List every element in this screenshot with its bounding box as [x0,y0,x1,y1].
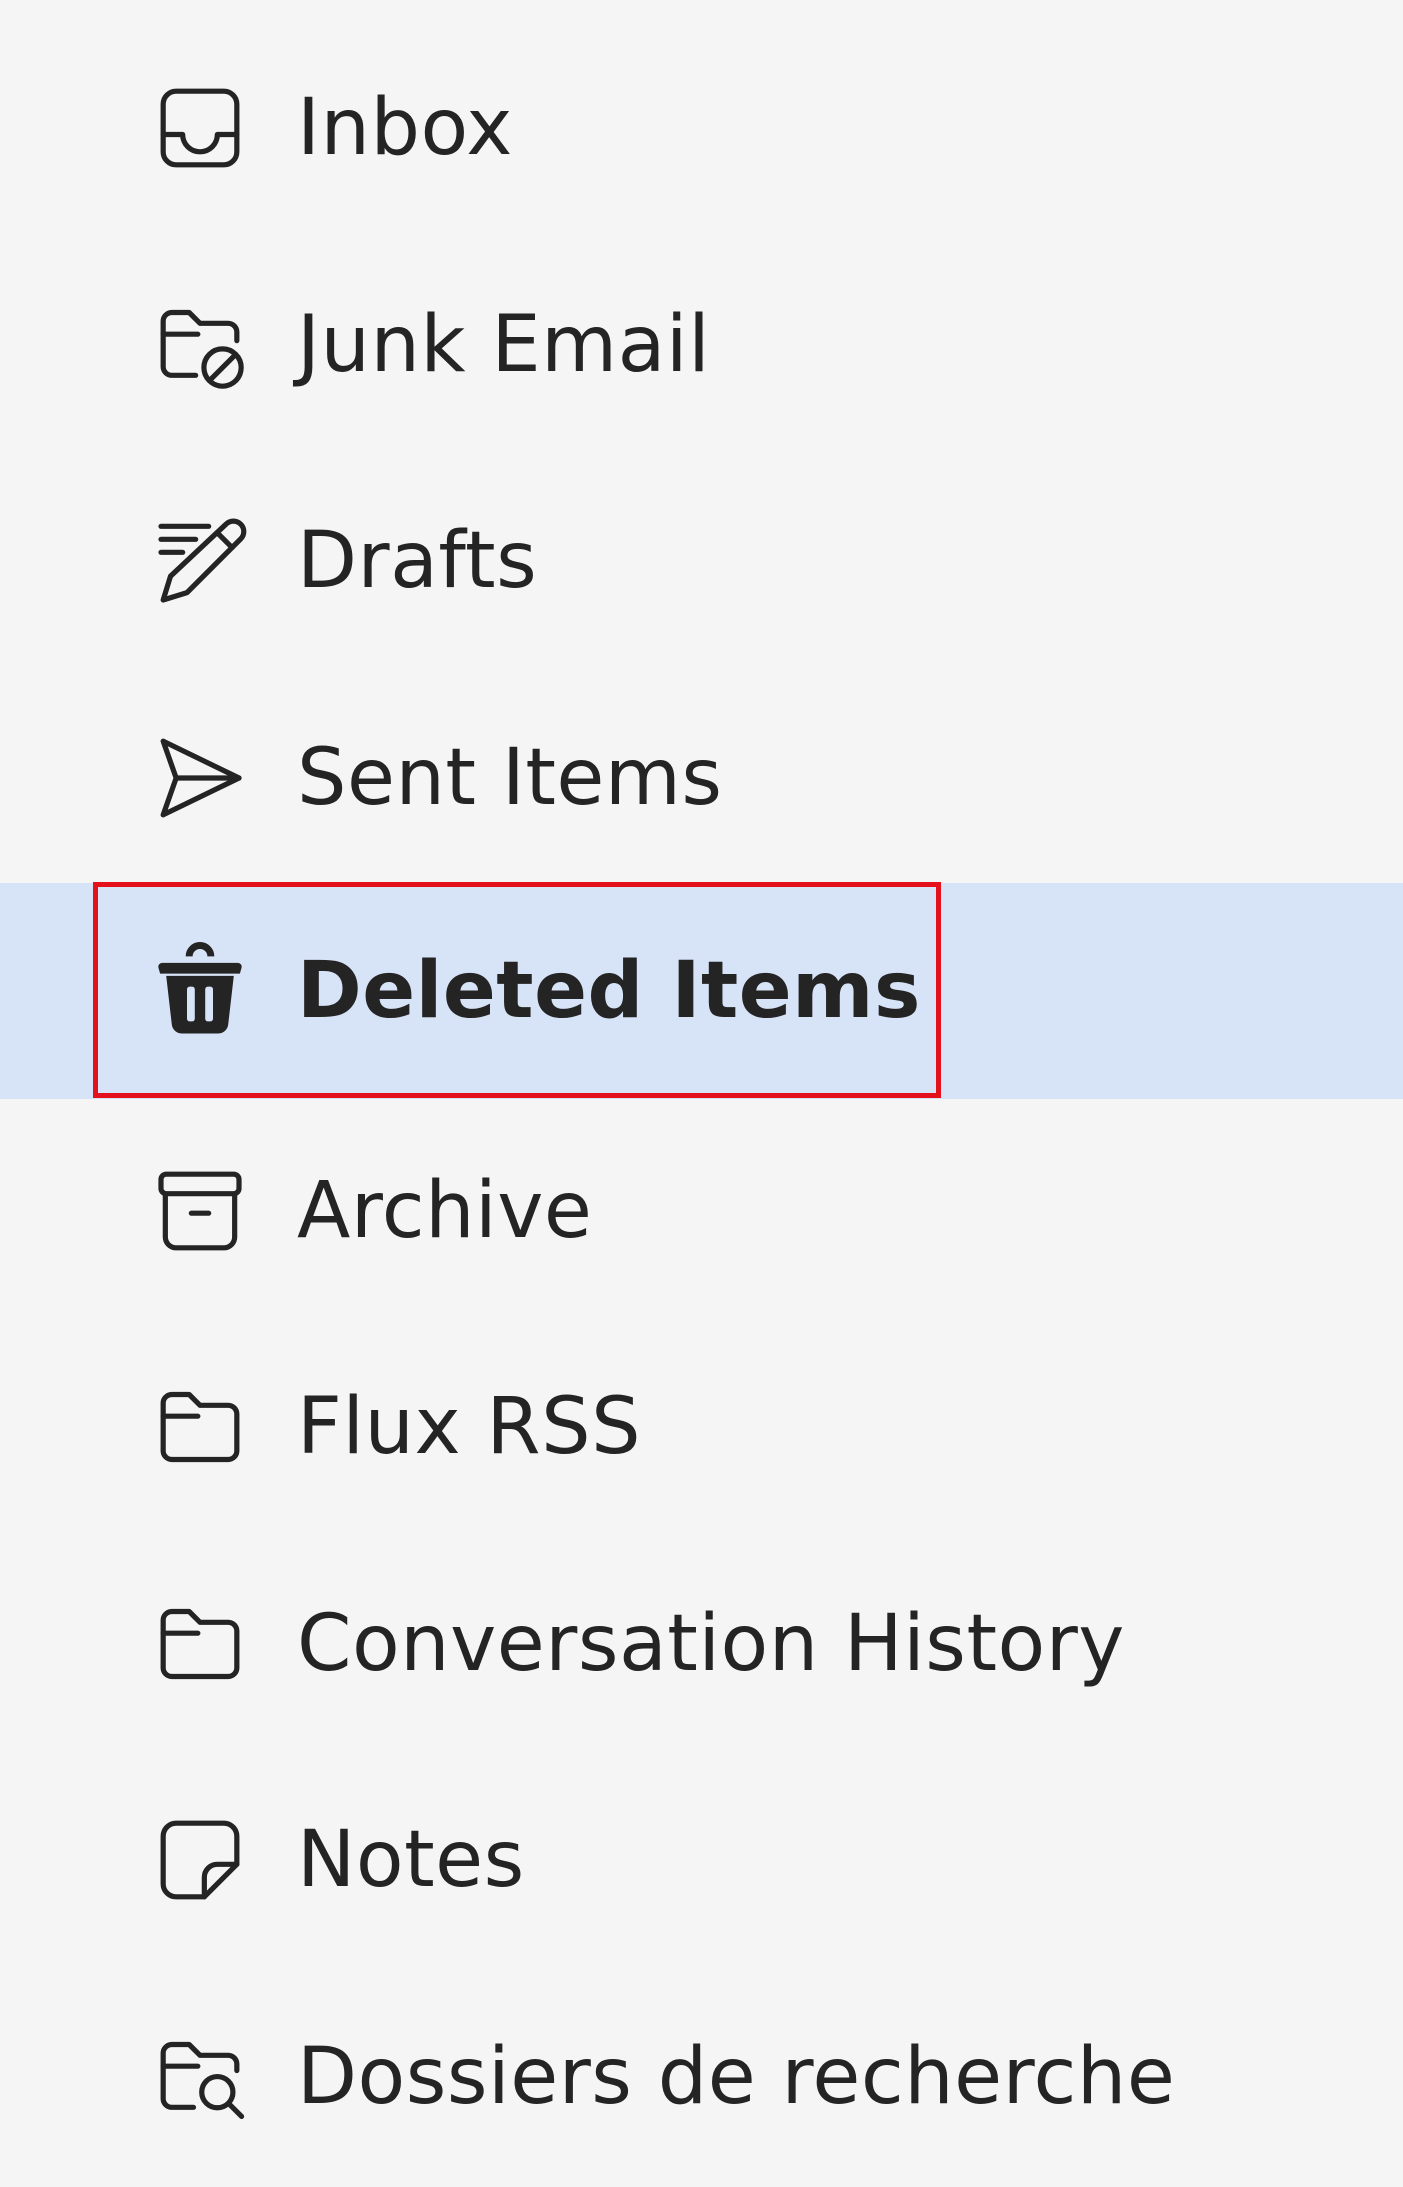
folder-icon [148,1375,252,1479]
folder-label-sent-items: Sent Items [297,733,723,823]
folder-label-deleted-items: Deleted Items [297,946,921,1036]
folder-label-conversation-history: Conversation History [297,1599,1125,1689]
folder-label-archive: Archive [297,1166,593,1256]
folder-item-junk-email[interactable]: Junk Email [0,237,1403,453]
junk-folder-icon [148,293,252,397]
search-folder-icon [148,2025,252,2129]
folder-item-flux-rss[interactable]: Flux RSS [0,1319,1403,1535]
folder-label-flux-rss: Flux RSS [297,1382,642,1472]
folder-item-dossiers-de-recherche[interactable]: Dossiers de recherche [0,1969,1403,2185]
folder-item-conversation-history[interactable]: Conversation History [0,1536,1403,1752]
folder-label-junk-email: Junk Email [297,300,711,390]
folder-item-sent-items[interactable]: Sent Items [0,670,1403,886]
folder-label-drafts: Drafts [297,516,538,606]
send-icon [148,726,252,830]
archive-icon [148,1159,252,1263]
folder-icon [148,1592,252,1696]
trash-icon [148,939,252,1043]
folder-pane: Inbox Junk Email Drafts Sent Items Delet… [0,0,1403,2187]
folder-label-notes: Notes [297,1815,525,1905]
folder-item-deleted-items[interactable]: Deleted Items [0,883,1403,1099]
drafts-pencil-icon [148,509,252,613]
inbox-icon [148,76,252,180]
folder-item-notes[interactable]: Notes [0,1752,1403,1968]
folder-item-drafts[interactable]: Drafts [0,453,1403,669]
folder-label-inbox: Inbox [297,83,513,173]
folder-item-archive[interactable]: Archive [0,1103,1403,1319]
folder-item-inbox[interactable]: Inbox [0,20,1403,236]
note-icon [148,1808,252,1912]
folder-label-dossiers-de-recherche: Dossiers de recherche [297,2032,1176,2122]
